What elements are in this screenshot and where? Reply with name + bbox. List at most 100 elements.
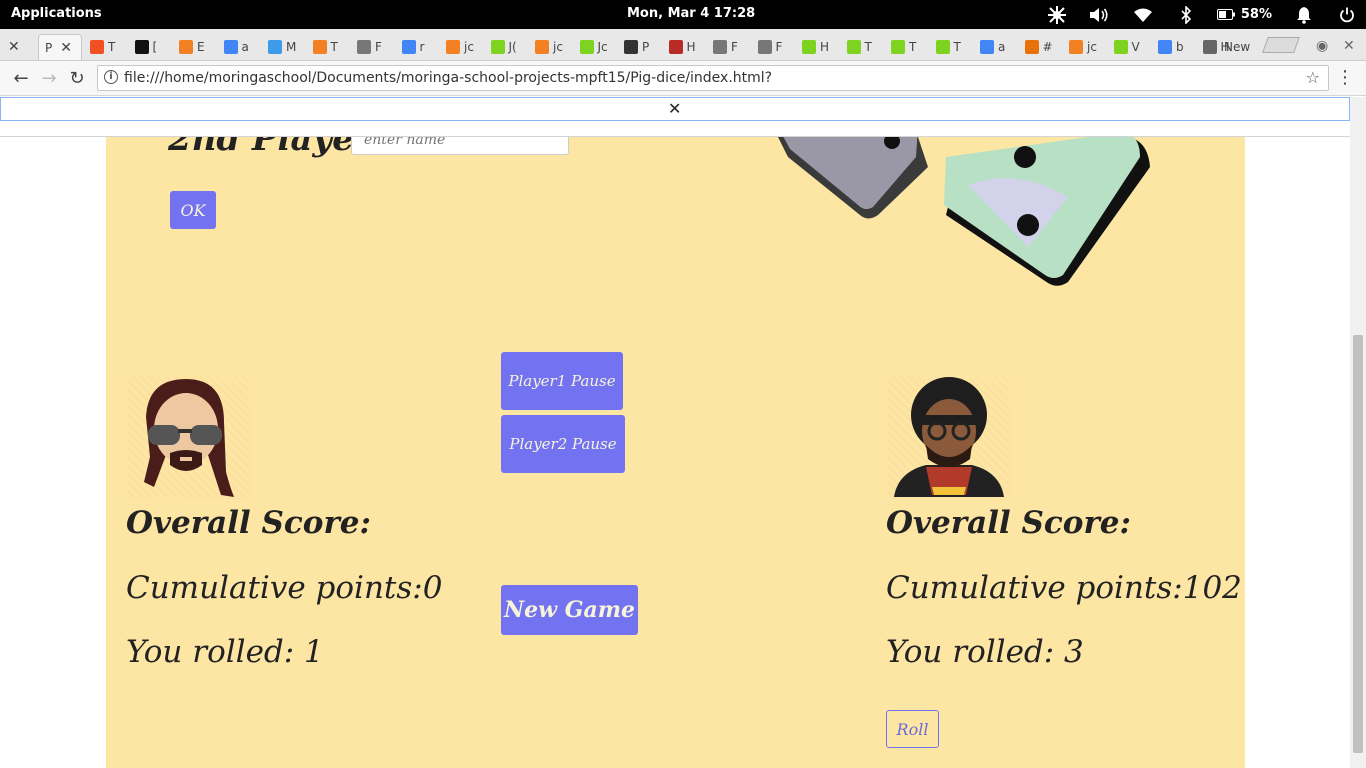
tab-favicon-icon	[668, 40, 683, 54]
profile-icon[interactable]: ◉	[1316, 38, 1328, 54]
tab-item[interactable]: jc	[535, 34, 563, 60]
tab-new[interactable]: New	[1224, 34, 1250, 60]
close-icon[interactable]: ✕	[60, 40, 72, 56]
tab-item[interactable]: F	[357, 34, 382, 60]
tab-favicon-icon	[401, 40, 416, 54]
info-icon[interactable]: i	[104, 70, 118, 84]
tab-favicon-icon	[980, 40, 994, 54]
battery-indicator[interactable]: 58%	[1216, 7, 1272, 22]
new-tab-button[interactable]	[1262, 37, 1300, 53]
tab-label: H	[686, 40, 696, 54]
accessibility-icon[interactable]	[1046, 5, 1068, 24]
wifi-icon[interactable]	[1132, 6, 1154, 24]
tab-item[interactable]: P	[624, 34, 649, 60]
ok-button[interactable]: OK	[170, 191, 216, 229]
forward-arrow-icon[interactable]: →	[38, 68, 60, 89]
battery-percent: 58%	[1240, 7, 1272, 22]
system-top-bar: Applications Mon, Mar 4 17:28 58%	[0, 0, 1366, 29]
tab-favicon-icon	[579, 40, 594, 54]
system-tray: 58%	[1025, 4, 1358, 25]
tab-item[interactable]: b	[1158, 34, 1184, 60]
tab-item[interactable]: H	[668, 34, 696, 60]
tab-item[interactable]: [	[134, 34, 158, 60]
scrollbar-thumb[interactable]	[1353, 335, 1363, 753]
tab-label: #	[1042, 40, 1053, 54]
tab-item[interactable]: F	[713, 34, 738, 60]
tab-favicon-icon	[802, 40, 816, 54]
tab-active-label: P	[45, 40, 53, 55]
tab-label: H	[820, 40, 830, 54]
pig-dice-page: 2nd Player: OK	[106, 137, 1245, 768]
tab-item[interactable]: F	[757, 34, 782, 60]
player2-name-input[interactable]	[351, 137, 569, 155]
tab-item[interactable]: Jc	[579, 34, 608, 60]
close-icon[interactable]: ✕	[668, 99, 681, 118]
applications-menu[interactable]: Applications	[11, 6, 102, 21]
tab-item[interactable]: jc	[446, 34, 474, 60]
tab-label: T	[909, 40, 917, 54]
tab-item[interactable]: T	[90, 34, 115, 60]
tab-label: jc	[553, 40, 563, 54]
tab-item[interactable]: T	[312, 34, 338, 60]
tab-close-icon[interactable]: ✕	[8, 34, 20, 60]
tab-favicon-icon	[1113, 40, 1128, 54]
tab-label: F	[375, 40, 382, 54]
roll-button[interactable]: Roll	[886, 710, 939, 748]
player1-rolled: You rolled: 1	[126, 634, 324, 670]
window-close-icon[interactable]: ✕	[1343, 38, 1355, 54]
back-arrow-icon[interactable]: ←	[10, 68, 32, 89]
tab-item[interactable]: jc	[1069, 34, 1097, 60]
power-icon[interactable]	[1336, 6, 1358, 24]
tab-item[interactable]: T	[891, 34, 916, 60]
bluetooth-icon[interactable]	[1175, 5, 1197, 24]
tab-favicon-icon	[90, 40, 104, 54]
tab-label: V	[1131, 40, 1140, 54]
tab-item[interactable]: T	[935, 34, 961, 60]
tab-favicon-icon	[134, 40, 149, 54]
tab-item[interactable]: T	[846, 34, 872, 60]
browser-toolbar: ← → ↻ i file:///home/moringaschool/Docum…	[0, 61, 1366, 96]
bell-icon[interactable]	[1293, 6, 1315, 24]
tab-favicon-icon	[535, 40, 549, 54]
tab-label: a	[998, 40, 1006, 54]
url-text[interactable]: file:///home/moringaschool/Documents/mor…	[124, 70, 772, 86]
tab-item[interactable]: a	[980, 34, 1005, 60]
player1-overall-score: Overall Score:	[126, 505, 371, 541]
player1-avatar	[126, 377, 252, 499]
tab-item[interactable]: H	[802, 34, 829, 60]
tab-label: E	[197, 40, 205, 54]
player2-avatar-icon	[894, 377, 1004, 497]
tab-label: jc	[1087, 40, 1097, 54]
bookmark-star-icon[interactable]: ☆	[1306, 68, 1320, 87]
browser-tab-strip: ✕ P ✕ T[Ea M T Fr jc J(jc Jc P H F F H T T Ta # jc Vb H Ne…	[0, 29, 1366, 61]
tab-label: r	[419, 40, 425, 54]
player2-cumulative-points: Cumulative points:102	[886, 570, 1242, 606]
player2-pause-button[interactable]: Player2 Pause	[501, 415, 625, 473]
tab-label: [	[152, 40, 158, 54]
tab-favicon-icon	[624, 40, 638, 54]
browser-menu-icon[interactable]: ⋮	[1336, 67, 1354, 88]
tab-favicon-icon	[757, 40, 772, 54]
die-left	[778, 137, 928, 219]
tab-item[interactable]: J(	[490, 34, 517, 60]
tab-item[interactable]: r	[401, 34, 425, 60]
tab-active[interactable]: P ✕	[38, 34, 82, 60]
new-game-button[interactable]: New Game	[501, 585, 638, 635]
tab-favicon-icon	[446, 40, 460, 54]
tab-item[interactable]: V	[1113, 34, 1140, 60]
tab-item[interactable]: #	[1024, 34, 1053, 60]
player1-pause-button[interactable]: Player1 Pause	[501, 352, 623, 410]
tab-item[interactable]: a	[223, 34, 249, 60]
volume-icon[interactable]	[1089, 6, 1111, 24]
tab-label: b	[1176, 40, 1184, 54]
address-bar[interactable]: i file:///home/moringaschool/Documents/m…	[97, 65, 1329, 91]
find-bar: ✕	[0, 97, 1350, 121]
tab-item[interactable]: E	[179, 34, 205, 60]
tab-item[interactable]: M	[268, 34, 296, 60]
tab-favicon-icon	[312, 40, 327, 54]
player2-overall-score: Overall Score:	[886, 505, 1131, 541]
tab-favicon-icon	[891, 40, 905, 54]
tab-favicon-icon	[1024, 40, 1039, 54]
reload-icon[interactable]: ↻	[66, 68, 88, 89]
clock[interactable]: Mon, Mar 4 17:28	[627, 6, 755, 21]
